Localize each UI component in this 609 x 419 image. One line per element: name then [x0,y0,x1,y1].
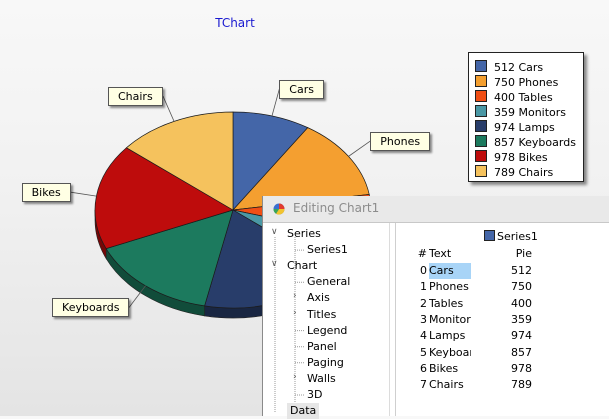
tree-item-series1[interactable]: Series1 [307,242,348,258]
legend-swatch [475,60,487,72]
legend-item: 789 Chairs [475,165,553,180]
legend-item: 359 Monitors [475,105,566,120]
slice-label-cars: Cars [279,79,324,99]
legend-item: 974 Lamps [475,120,555,135]
grid-series-name: Series1 [497,230,538,243]
grid-cell-value[interactable]: 857 [474,345,532,361]
grid-cell-index[interactable]: 3 [396,312,427,328]
legend-swatch [475,165,487,177]
teechart-icon [273,203,285,215]
grid-cell-index[interactable]: 5 [396,345,427,361]
slice-label-keyboards: Keyboards [52,297,130,317]
legend-label: 400 Tables [494,91,553,104]
collapse-arrow-icon[interactable]: ∨ [271,259,278,269]
grid-cell-value[interactable]: 400 [474,296,532,312]
grid-header-index[interactable]: # [396,246,427,262]
grid-cell-text[interactable]: Phones [429,279,471,295]
legend-swatch [475,105,487,117]
legend-swatch [475,90,487,102]
legend-label: 750 Phones [494,76,559,89]
grid-cell-index[interactable]: 2 [396,296,427,312]
legend-item: 978 Bikes [475,150,548,165]
grid-cell-text[interactable]: Keyboards [429,345,471,361]
tree-item-panel[interactable]: Panel [307,339,337,355]
grid-header-text[interactable]: Text [429,246,471,262]
data-grid[interactable]: Series1 # Text Pie 0 Cars 512 1 Phones 750 2 Table… [395,223,609,416]
grid-cell-index[interactable]: 1 [396,279,427,295]
legend-item: 512 Cars [475,60,543,75]
editor-titlebar[interactable]: Editing Chart1 [263,196,609,223]
legend-swatch [475,120,487,132]
legend-label: 974 Lamps [494,121,555,134]
grid-header-pie[interactable]: Pie [474,246,532,262]
chart-legend: 512 Cars 750 Phones 400 Tables 359 Monitors… [468,52,584,182]
chart-editor-panel: Editing Chart1 ∨ Series Series1 ∨ Chart Gener… [262,196,609,419]
grid-cell-text[interactable]: Bikes [429,361,471,377]
tree-item-chart[interactable]: Chart [287,258,317,274]
grid-cell-value[interactable]: 789 [474,377,532,393]
collapse-arrow-icon[interactable]: ∨ [271,227,278,237]
tree-item-legend[interactable]: Legend [307,323,347,339]
grid-cell-index[interactable]: 6 [396,361,427,377]
grid-cell-index[interactable]: 4 [396,328,427,344]
grid-cell-value[interactable]: 750 [474,279,532,295]
legend-swatch [475,135,487,147]
legend-swatch [475,75,487,87]
grid-cell-text[interactable]: Chairs [429,377,471,393]
tree-item-titles[interactable]: Titles [307,307,336,323]
legend-item: 750 Phones [475,75,558,90]
leader-line-bikes [70,191,97,197]
grid-cell-value[interactable]: 512 [474,263,532,279]
legend-label: 978 Bikes [494,151,548,164]
grid-cell-text[interactable]: Tables [429,296,471,312]
slice-label-chairs: Chairs [107,86,163,106]
expand-arrow-icon[interactable]: › [293,308,297,318]
legend-label: 512 Cars [494,61,544,74]
editor-tree[interactable]: ∨ Series Series1 ∨ Chart General › Axis › Titles L… [263,223,390,419]
expand-arrow-icon[interactable]: › [293,291,297,301]
legend-swatch [475,150,487,162]
series-color-swatch [484,230,495,241]
expand-arrow-icon[interactable]: › [293,372,297,382]
editor-title: Editing Chart1 [293,201,380,215]
tree-item-data[interactable]: Data [287,403,320,419]
tree-item-series[interactable]: Series [287,226,321,242]
grid-series-header: Series1 [484,230,538,243]
tree-item-walls[interactable]: Walls [307,371,336,387]
tree-item-general[interactable]: General [307,274,350,290]
legend-label: 857 Keyboards [494,136,576,149]
tree-item-3d[interactable]: 3D [307,387,322,403]
grid-cell-index[interactable]: 0 [396,263,427,279]
grid-cell-value[interactable]: 974 [474,328,532,344]
leader-line-phones [348,140,371,157]
grid-cell-value[interactable]: 978 [474,361,532,377]
slice-label-bikes: Bikes [21,182,71,202]
legend-item: 857 Keyboards [475,135,576,150]
legend-item: 400 Tables [475,90,553,105]
slice-label-phones: Phones [370,131,431,151]
legend-label: 789 Chairs [494,166,554,179]
grid-cell-text[interactable]: Lamps [429,328,471,344]
grid-cell-index[interactable]: 7 [396,377,427,393]
grid-cell-text[interactable]: Cars [429,263,471,279]
leader-line-chairs [162,95,175,122]
legend-label: 359 Monitors [494,106,567,119]
grid-cell-text[interactable]: Monitors [429,312,471,328]
leader-line-cars [271,89,280,117]
grid-cell-value[interactable]: 359 [474,312,532,328]
tree-item-axis[interactable]: Axis [307,290,330,306]
tree-item-paging[interactable]: Paging [307,355,344,371]
